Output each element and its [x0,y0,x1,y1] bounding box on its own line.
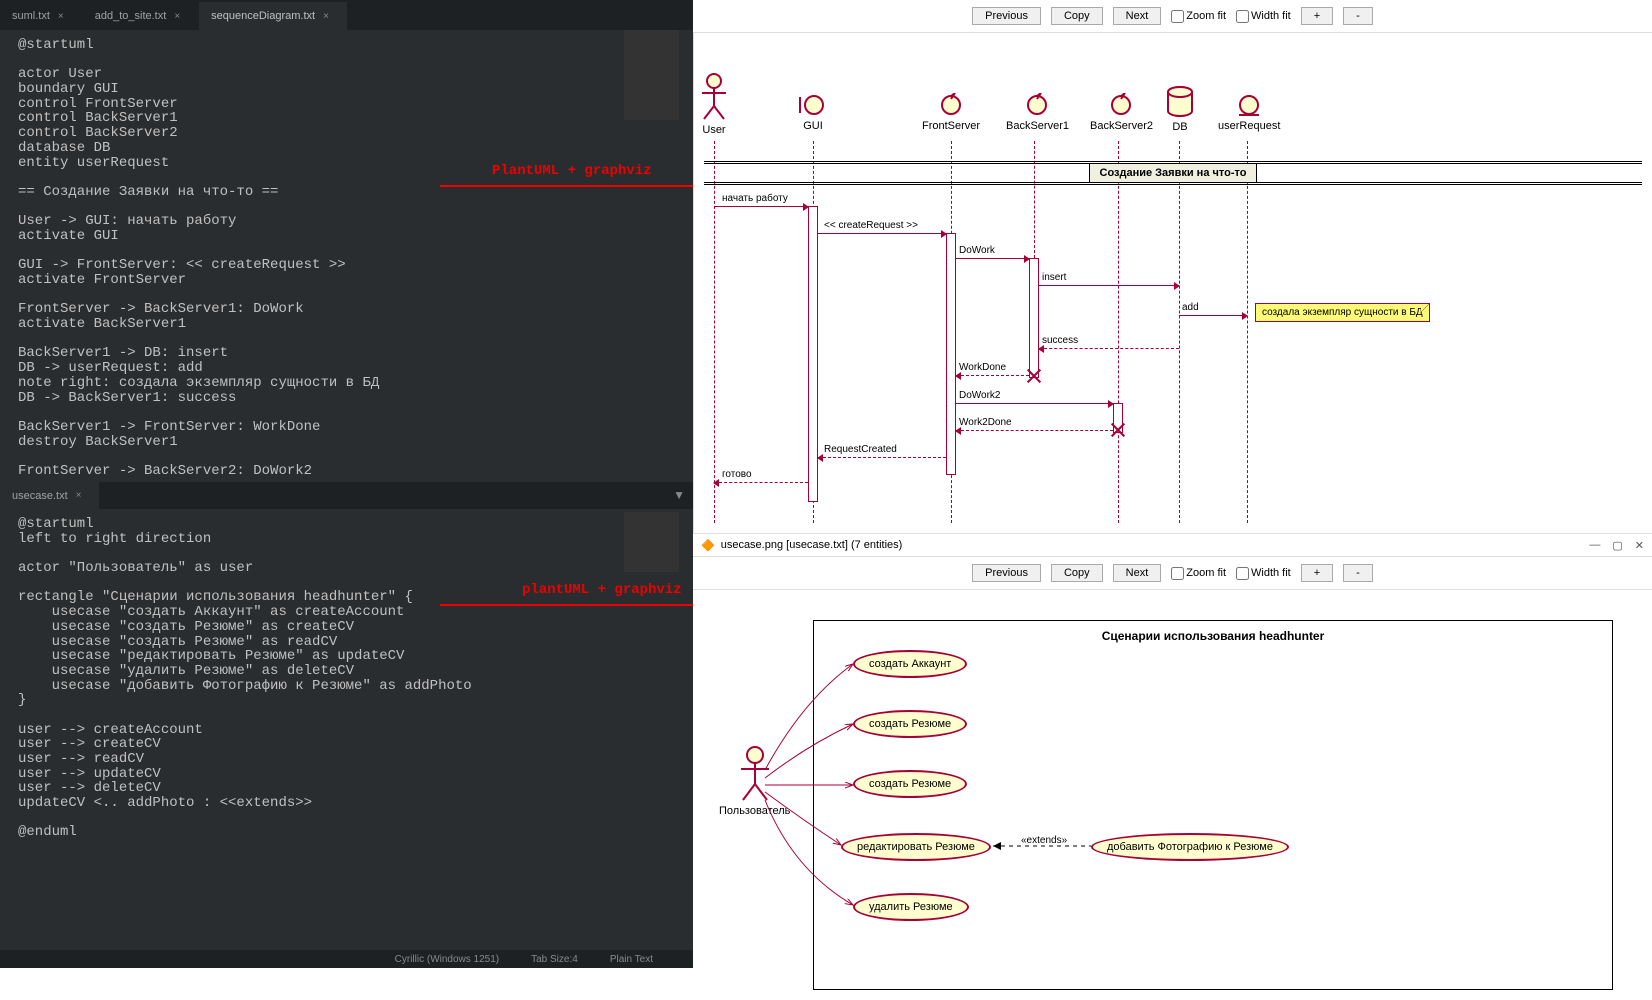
extends-label: «extends» [1021,835,1067,846]
usecase-diagram: Пользователь Сценарии использования head… [693,590,1652,1000]
close-icon[interactable]: × [76,490,82,501]
participant-backserver1: BackServer1 [1006,93,1069,132]
msg-label: success [1042,335,1078,346]
zoom-fit-checkbox[interactable]: Zoom fit [1171,10,1226,23]
status-syntax[interactable]: Plain Text [610,954,653,965]
previous-button[interactable]: Previous [972,564,1041,582]
note-box: создала экземпляр сущности в БД [1255,303,1430,322]
msg-label: Work2Done [959,417,1012,428]
participant-backserver2: BackServer2 [1090,93,1153,132]
zoom-out-button[interactable]: - [1343,7,1373,25]
zoom-fit-input[interactable] [1171,567,1184,580]
msg-label: WorkDone [959,362,1006,373]
tab-label: sequenceDiagram.txt [211,10,315,22]
copy-button[interactable]: Copy [1051,564,1103,582]
label: BackServer1 [1006,120,1069,132]
msg-label: RequestCreated [824,444,897,455]
actor-user: Пользователь [719,746,790,817]
width-fit-checkbox[interactable]: Width fit [1236,567,1291,580]
actor-label: Пользователь [719,805,790,817]
width-fit-checkbox[interactable]: Width fit [1236,10,1291,23]
usecase-create-cv: создать Резюме [853,710,967,738]
usecase-create-account: создать Аккаунт [853,650,967,678]
plantuml-icon: 🔶 [701,539,715,552]
label: User [699,124,729,136]
participant-frontserver: FrontServer [922,93,980,132]
annotation-plantuml-2: plantUML + graphviz [522,582,682,598]
width-fit-input[interactable] [1236,567,1249,580]
zoom-in-button[interactable]: + [1301,7,1333,25]
tab-label: suml.txt [12,10,50,22]
zoom-out-button[interactable]: - [1343,564,1373,582]
close-icon[interactable]: × [174,11,180,22]
participant-userrequest: userRequest [1218,93,1280,132]
tab-label: usecase.txt [12,490,68,502]
label: Width fit [1251,567,1291,579]
label: DB [1166,121,1194,133]
label: userRequest [1218,120,1280,132]
msg-label: начать работу [722,193,788,204]
minimize-icon[interactable]: — [1589,539,1600,552]
participant-user: User [699,73,729,136]
label: Width fit [1251,10,1291,22]
tabs-middle: usecase.txt × ▼ [0,482,693,509]
tabs-top: suml.txt × add_to_site.txt × sequenceDiagr… [0,0,693,30]
label: GUI [798,120,828,132]
statusbar: Cyrillic (Windows 1251) Tab Size:4 Plain… [0,950,693,968]
maximize-icon[interactable]: ▢ [1612,539,1622,552]
tab-usecase[interactable]: usecase.txt × [0,482,99,509]
msg-label: готово [722,469,752,480]
section-title-frame: Создание Заявки на что-то [704,161,1642,185]
editor-sequence[interactable]: @startuml actor User boundary GUI contro… [0,30,693,482]
msg-label: add [1182,302,1199,313]
annotation-arrow-1 [440,185,710,187]
participant-db: DB [1166,86,1194,133]
next-button[interactable]: Next [1113,564,1162,582]
next-button[interactable]: Next [1113,7,1162,25]
zoom-fit-checkbox[interactable]: Zoom fit [1171,567,1226,580]
previous-button[interactable]: Previous [972,7,1041,25]
label: Zoom fit [1186,567,1226,579]
close-icon[interactable]: × [58,11,64,22]
close-icon[interactable]: × [323,11,329,22]
destroy-icon [1027,369,1041,383]
usecase-title: Сценарии использования headhunter [814,621,1612,651]
tab-suml[interactable]: suml.txt × [0,2,83,30]
usecase-add-photo: добавить Фотографию к Резюме [1091,833,1289,861]
label: Zoom fit [1186,10,1226,22]
window-title-label: usecase.png [usecase.txt] (7 entities) [721,539,903,551]
zoom-in-button[interactable]: + [1301,564,1333,582]
usecase-read-cv: создать Резюме [853,770,967,798]
window-title-bar: 🔶 usecase.png [usecase.txt] (7 entities)… [693,533,1652,557]
editor-panel: suml.txt × add_to_site.txt × sequenceDiagr… [0,0,693,968]
tab-sequence[interactable]: sequenceDiagram.txt × [199,2,348,30]
destroy-icon [1111,423,1125,437]
usecase-delete-cv: удалить Резюме [853,893,969,921]
editor-usecase[interactable]: @startuml left to right direction actor … [0,509,693,949]
width-fit-input[interactable] [1236,10,1249,23]
tab-addtosite[interactable]: add_to_site.txt × [83,2,199,30]
tab-label: add_to_site.txt [95,10,167,22]
chevron-down-icon[interactable]: ▼ [673,488,685,502]
msg-label: insert [1042,272,1066,283]
annotation-plantuml-1: PlantUML + graphviz [492,163,652,179]
sequence-diagram: User GUI FrontServer BackServer1 BackSer… [693,33,1652,533]
toolbar-bottom: Previous Copy Next Zoom fit Width fit + … [693,557,1652,590]
toolbar-top: Previous Copy Next Zoom fit Width fit + … [693,0,1652,33]
copy-button[interactable]: Copy [1051,7,1103,25]
close-icon[interactable]: ✕ [1635,539,1644,552]
annotation-arrow-2 [440,604,710,606]
msg-label: DoWork [959,245,995,256]
usecase-update-cv: редактировать Резюме [841,833,991,861]
msg-label: << createRequest >> [824,220,918,231]
status-tabsize[interactable]: Tab Size:4 [531,954,578,965]
section-title: Создание Заявки на что-то [1089,163,1258,183]
participant-gui: GUI [798,93,828,132]
label: FrontServer [922,120,980,132]
preview-panel: Previous Copy Next Zoom fit Width fit + … [693,0,1652,968]
label: BackServer2 [1090,120,1153,132]
zoom-fit-input[interactable] [1171,10,1184,23]
status-encoding[interactable]: Cyrillic (Windows 1251) [395,954,499,965]
msg-label: DoWork2 [959,390,1001,401]
